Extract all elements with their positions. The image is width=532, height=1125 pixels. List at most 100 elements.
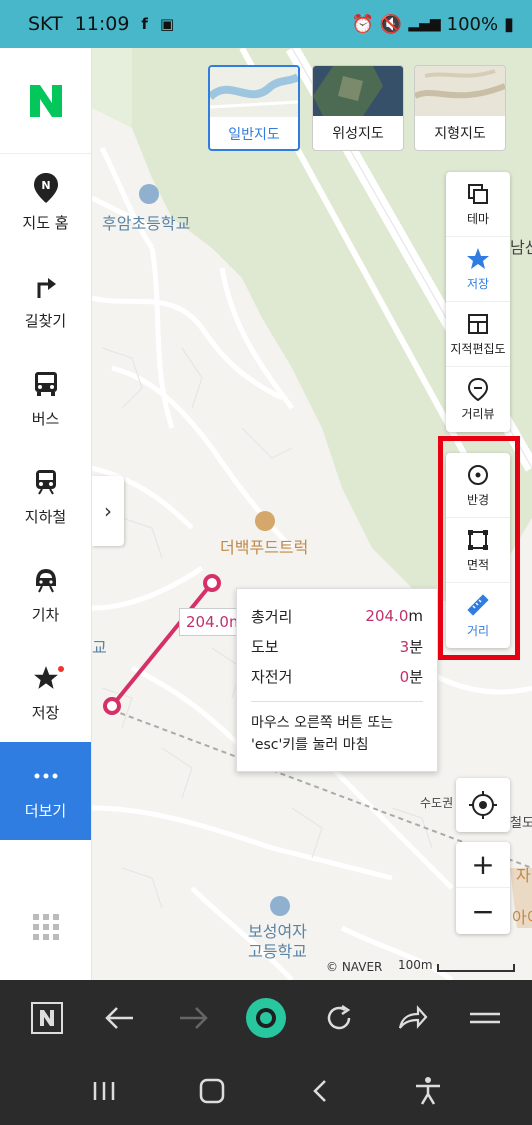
green-ring-icon (245, 998, 286, 1038)
sidebar-item-saved[interactable]: 저장 (0, 644, 91, 742)
walk-time-label: 도보 (251, 637, 279, 656)
more-dots-icon (32, 762, 60, 790)
tool-label: 지적편집도 (450, 341, 506, 356)
map-label-right-edge-rail: 철도 (510, 816, 532, 831)
road-label-namsan: 남산 (510, 238, 532, 257)
sidebar-item-map-home[interactable]: N 지도 홈 (0, 154, 91, 252)
share-button[interactable] (387, 993, 437, 1043)
svg-text:N: N (41, 179, 50, 192)
tool-label: 거리뷰 (461, 407, 495, 421)
current-location-button[interactable] (456, 778, 510, 832)
gallery-icon: ▣ (159, 15, 175, 33)
maptype-terrain[interactable]: 지형지도 (414, 65, 506, 151)
terrain-map-thumbnail (415, 66, 505, 116)
app-grid-icon[interactable] (33, 914, 59, 940)
crosshair-icon (469, 791, 497, 819)
map-label-right-edge-2: 아이 (512, 908, 532, 927)
tool-cadastral[interactable]: 지적편집도 (446, 302, 510, 367)
distance-info-popup: 총거리 204.0m 도보 3분 자전거 0분 마우스 오른쪽 버튼 또는 'e… (236, 588, 438, 772)
accessibility-button[interactable] (403, 1066, 453, 1116)
signal-icon: ▂▄▆ (408, 16, 441, 32)
forward-button[interactable] (168, 993, 218, 1043)
walk-time-value: 3 (399, 637, 410, 656)
map-scale: 100m (398, 958, 515, 972)
bus-icon (32, 370, 60, 398)
route-arrow-icon (32, 272, 60, 300)
star-icon (32, 664, 60, 692)
maptype-label: 지형지도 (434, 126, 486, 142)
poi-label-food-truck[interactable]: 더백푸드트럭 (220, 534, 308, 558)
chevron-left-icon (313, 1079, 326, 1102)
reload-button[interactable] (314, 993, 364, 1043)
notification-dot (58, 666, 64, 672)
road-label-metro: 수도권 (420, 796, 454, 810)
sidebar: N 지도 홈 길찾기 버스 지하철 기차 저장 더보기 (0, 48, 92, 980)
sidebar-item-label: 지도 홈 (22, 213, 69, 232)
cadastral-icon (468, 313, 488, 334)
sidebar-item-subway[interactable]: 지하철 (0, 448, 91, 546)
train-icon (32, 566, 60, 594)
poi-label-girls-high-school-line2[interactable]: 고등학교 (248, 938, 307, 962)
recent-apps-button[interactable] (79, 1066, 129, 1116)
naver-n-icon (29, 84, 62, 117)
recent-apps-icon (93, 1081, 115, 1100)
sidebar-item-label: 길찾기 (24, 311, 67, 330)
scale-bar (436, 964, 515, 972)
layers-icon (468, 183, 488, 204)
maptype-satellite[interactable]: 위성지도 (312, 65, 404, 151)
share-arrow-icon (399, 1005, 428, 1029)
poi-label-elementary-school[interactable]: 후암초등학교 (102, 210, 190, 234)
zoom-controls: + − (456, 842, 510, 934)
alarm-icon: ⏰ (351, 13, 374, 35)
green-dot-button[interactable] (241, 993, 291, 1043)
tool-saved[interactable]: 저장 (446, 237, 510, 302)
menu-button[interactable] (460, 993, 510, 1043)
star-icon (467, 247, 489, 269)
tool-street-view[interactable]: 거리뷰 (446, 367, 510, 432)
naver-logo[interactable] (0, 48, 91, 154)
divider (251, 701, 423, 702)
naver-home-button[interactable] (22, 993, 72, 1043)
map-pin-icon: N (32, 172, 60, 203)
naver-n-box-icon (30, 1002, 63, 1034)
scale-label: 100m (398, 958, 433, 972)
maptype-normal[interactable]: 일반지도 (208, 65, 300, 151)
walk-time-unit: 분 (409, 637, 423, 656)
map-label-right-edge-1: 자 (516, 866, 531, 885)
battery-label: 100% (446, 13, 499, 35)
battery-icon: ▮ (504, 13, 514, 35)
panel-toggle-button[interactable]: › (92, 476, 124, 546)
normal-map-thumbnail (210, 67, 298, 117)
bike-time-unit: 분 (409, 667, 423, 686)
home-button[interactable] (187, 1066, 237, 1116)
tool-label: 저장 (466, 276, 490, 291)
carrier-label: SKT (28, 13, 63, 35)
total-distance-row: 총거리 204.0m (251, 601, 423, 631)
zoom-in-button[interactable]: + (456, 842, 510, 888)
maptype-label: 위성지도 (332, 126, 384, 142)
zoom-out-button[interactable]: − (456, 888, 510, 934)
bike-time-row: 자전거 0분 (251, 661, 423, 691)
arrow-left-icon (104, 1007, 133, 1029)
sidebar-item-directions[interactable]: 길찾기 (0, 252, 91, 350)
map-tools-top: 테마 저장 지적편집도 거리뷰 (446, 172, 510, 432)
satellite-map-thumbnail (313, 66, 403, 116)
tool-label: 테마 (466, 211, 490, 226)
sidebar-item-train[interactable]: 기차 (0, 546, 91, 644)
sidebar-item-label: 저장 (31, 703, 60, 722)
facebook-icon: f (141, 15, 148, 33)
back-button[interactable] (95, 993, 145, 1043)
sidebar-item-bus[interactable]: 버스 (0, 350, 91, 448)
sidebar-item-label: 기차 (31, 605, 60, 624)
sidebar-item-more[interactable]: 더보기 (0, 742, 91, 840)
total-distance-label: 총거리 (251, 607, 293, 626)
system-back-button[interactable] (295, 1066, 345, 1116)
finish-hint-text: 마우스 오른쪽 버튼 또는 'esc'키를 눌러 마침 (251, 715, 394, 753)
hamburger-icon (470, 1012, 501, 1024)
chevron-right-icon: › (104, 499, 112, 523)
accessibility-icon (416, 1076, 440, 1105)
home-square-icon (199, 1078, 225, 1103)
tool-theme[interactable]: 테마 (446, 172, 510, 237)
refresh-icon (327, 1004, 351, 1030)
clock: 11:09 (74, 13, 130, 35)
